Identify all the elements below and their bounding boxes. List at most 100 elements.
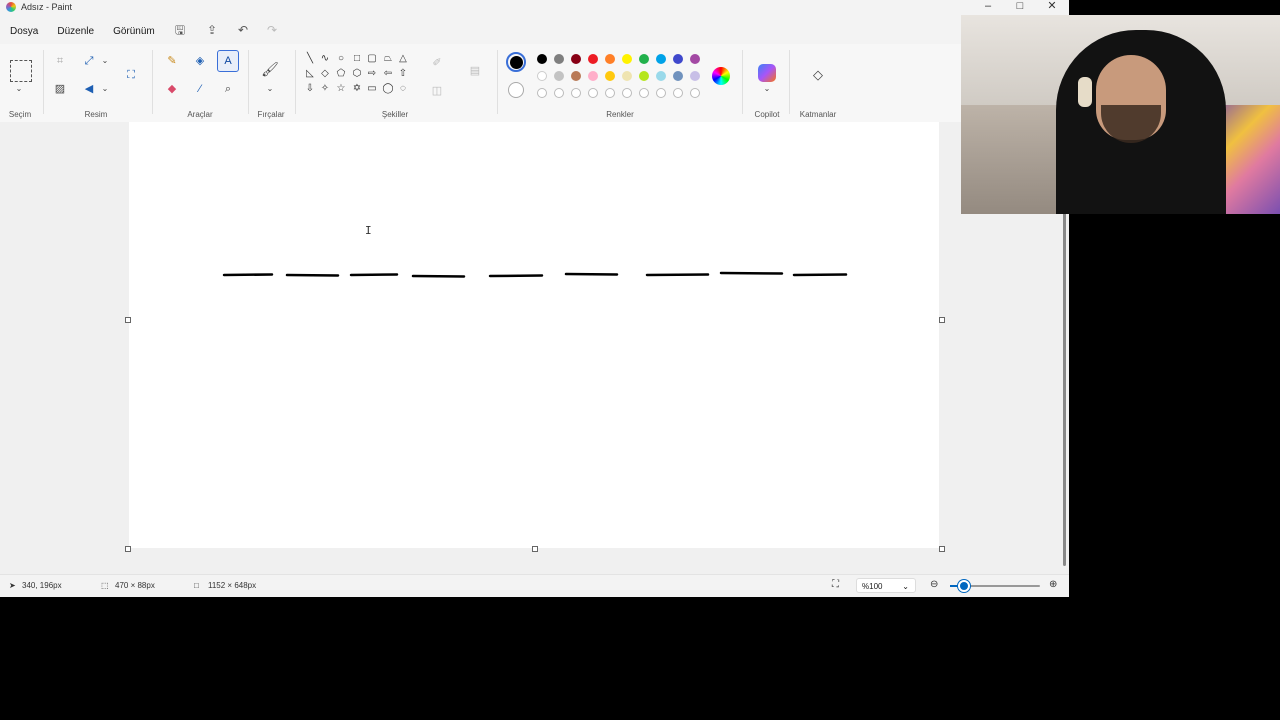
resize-dropdown-icon[interactable]: ⌄: [96, 52, 114, 70]
image-edit-icon[interactable]: ⛶: [122, 66, 140, 84]
color-swatch[interactable]: [622, 71, 632, 81]
color-swatch[interactable]: [639, 71, 649, 81]
secondary-color[interactable]: [508, 82, 524, 98]
outline-icon[interactable]: ✐: [428, 54, 446, 72]
hexagon-shape-icon[interactable]: ⬡: [351, 68, 363, 80]
redo-icon[interactable]: ↷: [264, 22, 280, 38]
custom-color-slot[interactable]: [571, 88, 581, 98]
drawing-canvas[interactable]: [129, 122, 939, 548]
resize-handle-right[interactable]: [939, 317, 945, 323]
color-swatch[interactable]: [605, 71, 615, 81]
text-tool-icon[interactable]: A: [217, 50, 239, 72]
color-swatch[interactable]: [588, 54, 598, 64]
drawn-dash: [792, 273, 848, 277]
rotate-dropdown-icon[interactable]: ⌄: [96, 80, 114, 98]
magnifier-icon[interactable]: ⌕: [219, 80, 237, 98]
color-swatch[interactable]: [690, 71, 700, 81]
brush-icon[interactable]: 🖌: [261, 60, 279, 78]
selection-size-icon: ⬚: [101, 581, 109, 590]
rect-callout-shape-icon[interactable]: ▭: [366, 83, 378, 95]
color-swatch[interactable]: [690, 54, 700, 64]
left-arrow-shape-icon[interactable]: ⇦: [382, 68, 394, 80]
menu-file[interactable]: Dosya: [10, 26, 38, 37]
fill-bucket-icon[interactable]: ◈: [191, 52, 209, 70]
drawn-dash: [488, 274, 544, 278]
rectangle-shape-icon[interactable]: □: [351, 53, 363, 65]
color-swatch[interactable]: [571, 54, 581, 64]
color-picker-icon[interactable]: ⁄: [191, 80, 209, 98]
select-dropdown-icon[interactable]: ⌄: [10, 80, 28, 98]
brush-dropdown-icon[interactable]: ⌄: [261, 80, 279, 98]
zoom-slider-thumb[interactable]: [958, 580, 970, 592]
select-all-icon[interactable]: ▨: [51, 80, 69, 98]
color-swatch[interactable]: [673, 71, 683, 81]
zoom-dropdown[interactable]: %100 ⌄: [856, 578, 916, 593]
color-swatch[interactable]: [571, 71, 581, 81]
menu-view[interactable]: Görünüm: [113, 26, 155, 37]
eraser-icon[interactable]: ◆: [163, 80, 181, 98]
divider: [497, 50, 498, 114]
oval-callout-shape-icon[interactable]: ◯: [382, 83, 394, 95]
custom-color-slot[interactable]: [554, 88, 564, 98]
color-swatch[interactable]: [605, 54, 615, 64]
select-tool-icon[interactable]: [10, 60, 32, 82]
fit-to-window-icon[interactable]: ⛶: [832, 579, 839, 590]
copilot-dropdown-icon[interactable]: ⌄: [758, 80, 776, 98]
triangle-shape-icon[interactable]: △: [397, 53, 409, 65]
resize-handle-bottom[interactable]: [532, 546, 538, 552]
pentagon-shape-icon[interactable]: ⬠: [335, 68, 347, 80]
resize-handle-bottom-left[interactable]: [125, 546, 131, 552]
custom-color-slot[interactable]: [639, 88, 649, 98]
color-swatch[interactable]: [537, 54, 547, 64]
color-swatch[interactable]: [588, 71, 598, 81]
crop-icon[interactable]: ⌗: [51, 52, 69, 70]
custom-color-slot[interactable]: [537, 88, 547, 98]
image-size-icon: □: [194, 581, 199, 590]
zoom-in-icon[interactable]: ⊕: [1049, 579, 1057, 590]
custom-color-slot[interactable]: [656, 88, 666, 98]
up-arrow-shape-icon[interactable]: ⇧: [397, 68, 409, 80]
layers-icon[interactable]: ◇: [809, 66, 827, 84]
down-arrow-shape-icon[interactable]: ⇩: [304, 83, 316, 95]
color-swatch[interactable]: [656, 71, 666, 81]
custom-color-slot[interactable]: [673, 88, 683, 98]
six-point-star-shape-icon[interactable]: ✡: [351, 83, 363, 95]
custom-color-slot[interactable]: [588, 88, 598, 98]
menu-edit[interactable]: Düzenle: [57, 26, 94, 37]
four-point-star-shape-icon[interactable]: ✧: [319, 83, 331, 95]
primary-color[interactable]: [506, 52, 526, 72]
color-swatch[interactable]: [537, 71, 547, 81]
close-button[interactable]: ✕: [1036, 0, 1068, 12]
polygon-shape-icon[interactable]: ⏢: [382, 53, 394, 65]
diamond-shape-icon[interactable]: ◇: [319, 68, 331, 80]
resize-handle-left[interactable]: [125, 317, 131, 323]
oval-shape-icon[interactable]: ○: [335, 53, 347, 65]
minimize-button[interactable]: –: [972, 0, 1004, 12]
color-swatch[interactable]: [673, 54, 683, 64]
cloud-callout-shape-icon[interactable]: ◌: [397, 83, 409, 95]
zoom-out-icon[interactable]: ⊖: [930, 579, 938, 590]
fill-icon[interactable]: ◫: [428, 82, 446, 100]
share-icon[interactable]: ⇪: [204, 22, 220, 38]
color-swatch[interactable]: [554, 54, 564, 64]
undo-icon[interactable]: ↶: [235, 22, 251, 38]
five-point-star-shape-icon[interactable]: ☆: [335, 83, 347, 95]
curve-shape-icon[interactable]: ∿: [319, 53, 331, 65]
shape-size-icon[interactable]: ▤: [466, 62, 484, 80]
edit-colors-icon[interactable]: [712, 67, 730, 85]
custom-color-slot[interactable]: [690, 88, 700, 98]
color-swatch[interactable]: [554, 71, 564, 81]
line-shape-icon[interactable]: ╲: [304, 53, 316, 65]
color-swatch[interactable]: [622, 54, 632, 64]
custom-color-slot[interactable]: [622, 88, 632, 98]
right-triangle-shape-icon[interactable]: ◺: [304, 68, 316, 80]
custom-color-slot[interactable]: [605, 88, 615, 98]
right-arrow-shape-icon[interactable]: ⇨: [366, 68, 378, 80]
resize-handle-bottom-right[interactable]: [939, 546, 945, 552]
color-swatch[interactable]: [639, 54, 649, 64]
pencil-icon[interactable]: ✎: [163, 52, 181, 70]
rounded-rectangle-shape-icon[interactable]: ▢: [366, 53, 378, 65]
save-icon[interactable]: 🖫: [172, 22, 188, 38]
color-swatch[interactable]: [656, 54, 666, 64]
maximize-button[interactable]: □: [1004, 0, 1036, 12]
